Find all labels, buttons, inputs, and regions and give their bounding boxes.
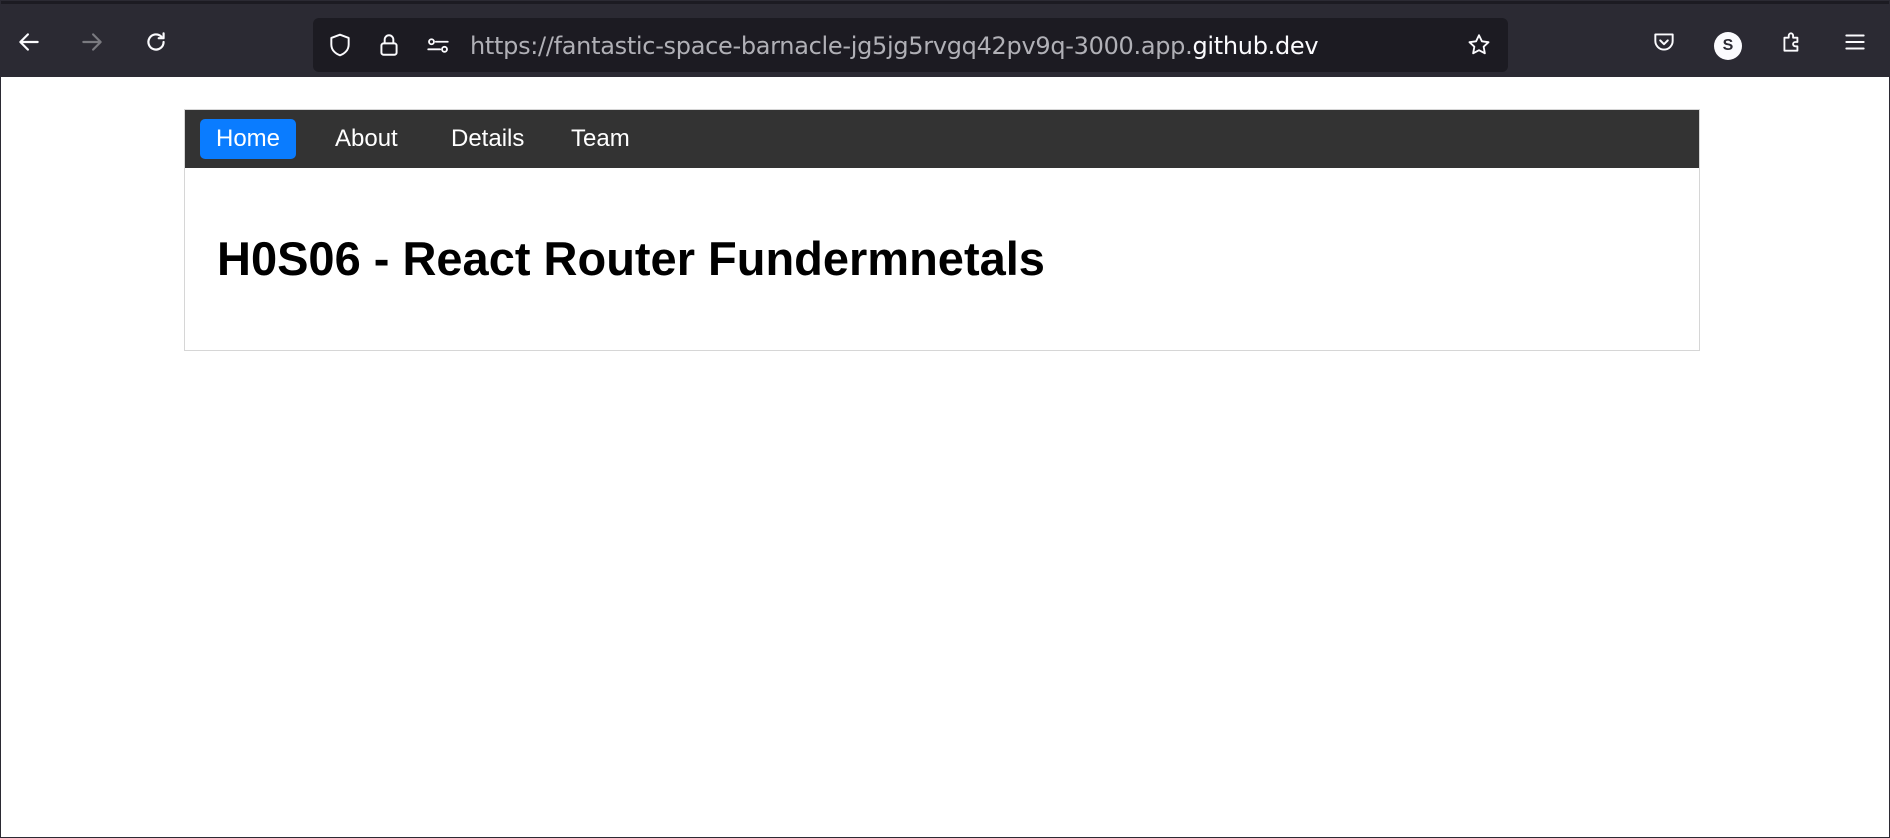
hamburger-menu-icon	[1845, 34, 1865, 50]
extensions-button[interactable]	[1774, 24, 1810, 60]
nav-link-details[interactable]: Details	[435, 119, 540, 159]
nav-link-about[interactable]: About	[319, 119, 414, 159]
reload-button[interactable]	[138, 24, 174, 60]
extensions-icon	[1783, 32, 1799, 52]
shield-icon[interactable]	[326, 31, 354, 59]
nav-link-home[interactable]: Home	[200, 119, 297, 159]
lock-icon[interactable]	[375, 31, 403, 59]
forward-button[interactable]	[74, 24, 110, 60]
browser-toolbar: https://fantastic-space-barnacle-jg5jg5r…	[0, 0, 1890, 77]
url-domain: github.dev	[1192, 32, 1319, 60]
bookmark-star-icon[interactable]	[1465, 31, 1493, 59]
page-title: H0S06 - React Router Fundermnetals	[217, 232, 1045, 285]
nav-link-team[interactable]: Team	[555, 119, 646, 159]
pocket-button[interactable]	[1646, 24, 1682, 60]
menu-button[interactable]	[1837, 24, 1873, 60]
back-button[interactable]	[11, 24, 47, 60]
pocket-icon	[1654, 33, 1674, 51]
url-prefix: https://fantastic-space-barnacle-jg5jg5r…	[470, 32, 1193, 60]
app-container: Home About Details Team H0S06 - React Ro…	[184, 109, 1700, 351]
reload-icon	[147, 32, 165, 51]
avatar[interactable]: S	[1714, 32, 1742, 60]
url-bar[interactable]: https://fantastic-space-barnacle-jg5jg5r…	[313, 18, 1508, 72]
back-arrow-icon	[19, 33, 39, 51]
url-text[interactable]: https://fantastic-space-barnacle-jg5jg5r…	[470, 32, 1319, 60]
navbar: Home About Details Team	[185, 110, 1699, 168]
forward-arrow-icon	[82, 33, 102, 51]
permissions-icon[interactable]	[424, 31, 452, 59]
